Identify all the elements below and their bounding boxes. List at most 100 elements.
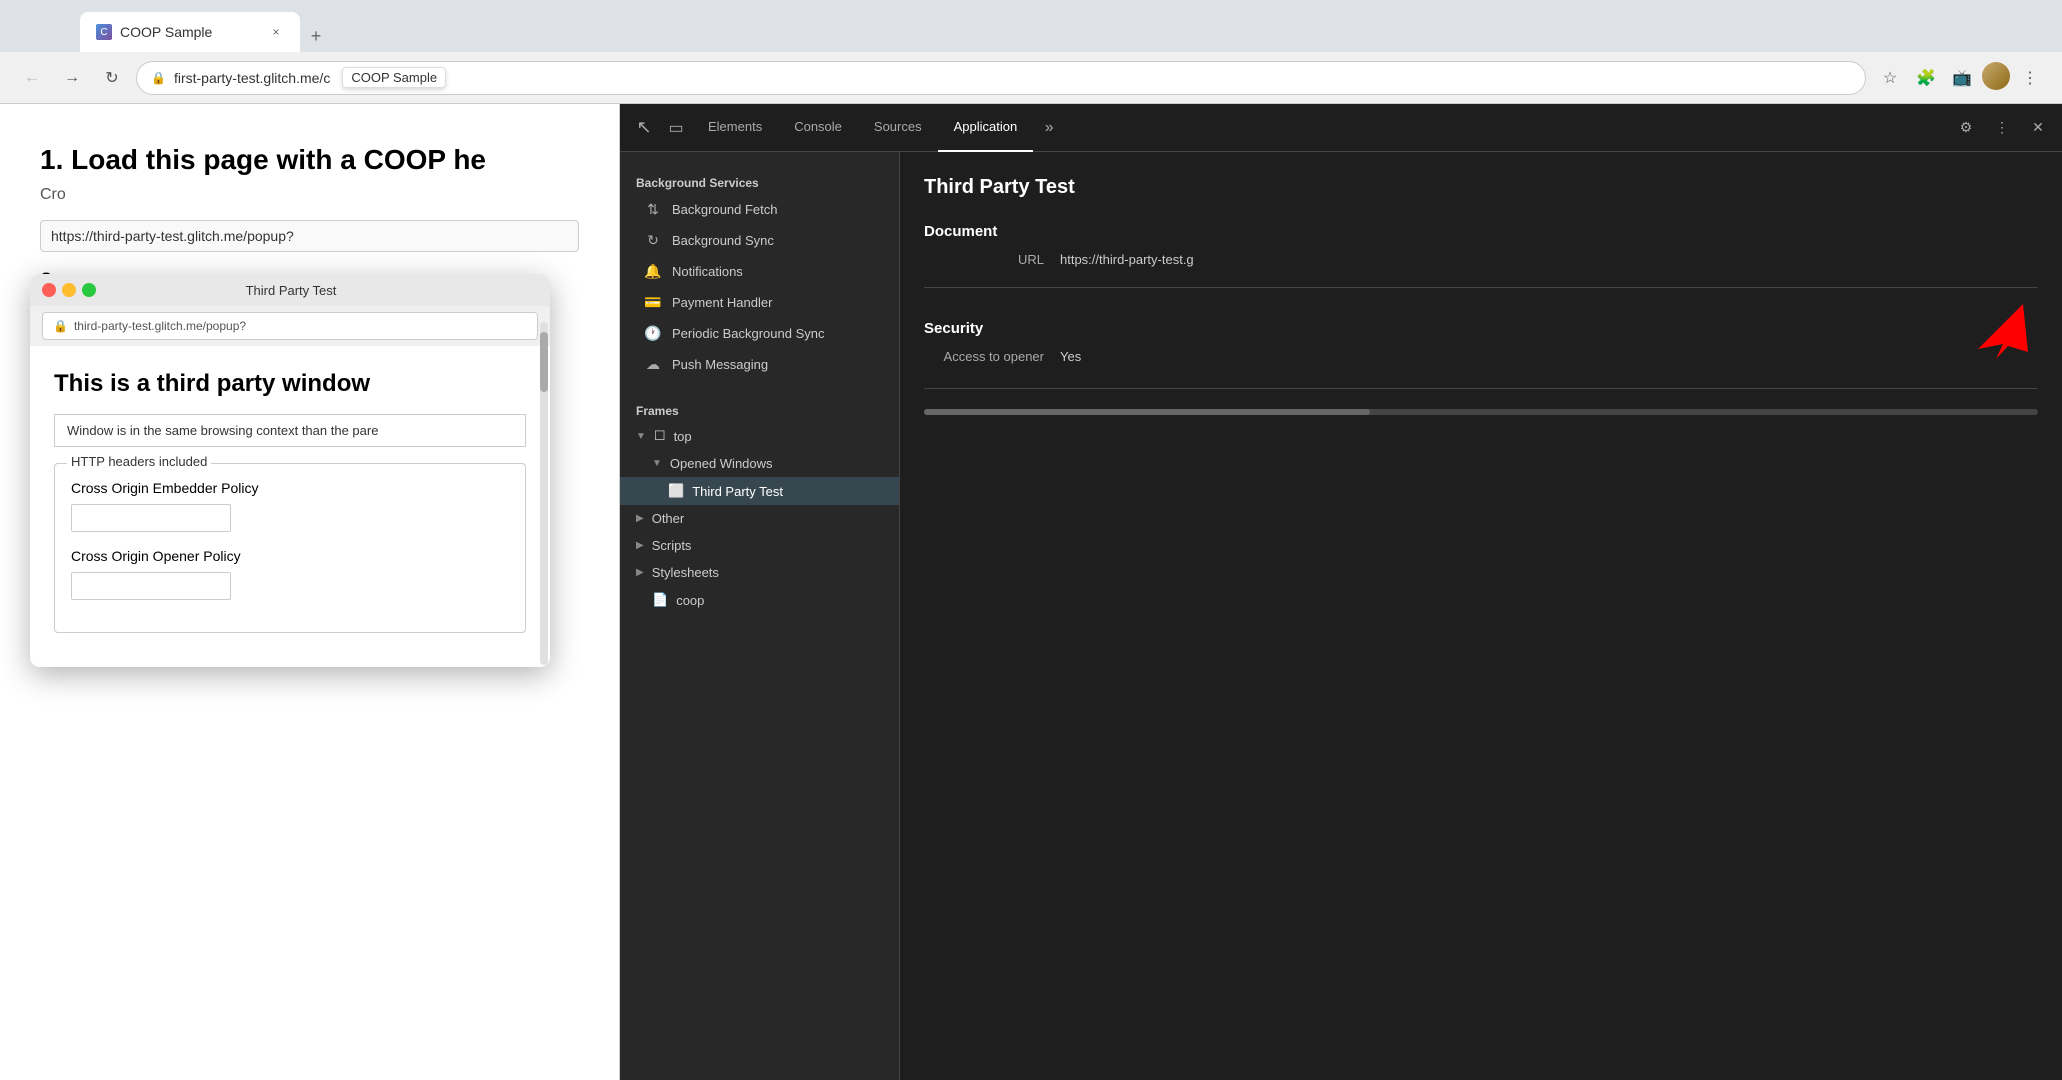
document-section-title: Document — [924, 223, 2038, 240]
sidebar-item-notifications[interactable]: 🔔 Notifications — [620, 256, 899, 287]
extensions-button[interactable]: 🧩 — [1910, 62, 1942, 94]
popup-url-bar: 🔒 third-party-test.glitch.me/popup? — [42, 312, 538, 340]
popup-body: This is a third party window Window is i… — [30, 346, 550, 667]
lock-icon: 🔒 — [151, 71, 166, 85]
background-fetch-icon: ⇅ — [644, 201, 662, 218]
notifications-icon: 🔔 — [644, 263, 662, 280]
devtools-toolbar: ↖ ▭ Elements Console Sources Application… — [620, 104, 2062, 152]
forward-button[interactable]: → — [56, 62, 88, 94]
push-messaging-icon: ☁ — [644, 356, 662, 373]
panel-scrollbar-thumb — [924, 409, 1370, 415]
sidebar-item-push-messaging[interactable]: ☁ Push Messaging — [620, 349, 899, 380]
coop-input[interactable] — [71, 572, 231, 600]
browser-page: 1. Load this page with a COOP he Cro htt… — [0, 104, 620, 1080]
devtools-main-panel: Third Party Test Document URL https://th… — [900, 152, 2062, 1080]
more-tabs-button[interactable]: » — [1033, 112, 1065, 144]
browser-tab-coop[interactable]: C COOP Sample × — [80, 12, 300, 52]
frames-tree-coop[interactable]: 📄 coop — [620, 586, 899, 614]
frames-tree-scripts[interactable]: ▶ Scripts — [620, 532, 899, 559]
back-button[interactable]: ← — [16, 62, 48, 94]
panel-scrollbar[interactable] — [924, 409, 2038, 415]
devtools-body: Background Services ⇅ Background Fetch ↻… — [620, 152, 2062, 1080]
url-label: URL — [924, 252, 1044, 267]
sidebar-item-background-fetch[interactable]: ⇅ Background Fetch — [620, 194, 899, 225]
new-tab-button[interactable]: + — [300, 20, 332, 52]
panel-divider-2 — [924, 388, 2038, 389]
access-to-opener-row: Access to opener Yes — [924, 349, 1938, 364]
device-toolbar-button[interactable]: ▭ — [660, 112, 692, 144]
background-services-title: Background Services — [620, 168, 899, 194]
inspect-element-button[interactable]: ↖ — [628, 112, 660, 144]
tab-favicon: C — [96, 24, 112, 40]
tab-sources[interactable]: Sources — [858, 104, 938, 152]
tab-console[interactable]: Console — [778, 104, 858, 152]
address-bar[interactable]: 🔒 first-party-test.glitch.me/c COOP Samp… — [136, 61, 1866, 95]
nav-right-buttons: ☆ 🧩 📺 ⋮ — [1874, 62, 2046, 94]
security-with-arrow: Security Access to opener Yes — [924, 304, 2038, 372]
opened-windows-arrow: ▼ — [652, 458, 662, 469]
document-section: Document URL https://third-party-test.g — [924, 223, 2038, 267]
background-sync-icon: ↻ — [644, 232, 662, 249]
red-arrow-annotation — [1958, 294, 2038, 364]
sidebar-item-periodic-sync[interactable]: 🕐 Periodic Background Sync — [620, 318, 899, 349]
devtools-more-button[interactable]: ⋮ — [1986, 112, 2018, 144]
access-value: Yes — [1060, 349, 1081, 364]
popup-scrollbar[interactable] — [540, 322, 548, 665]
popup-heading: This is a third party window — [54, 370, 526, 398]
stylesheets-arrow: ▶ — [636, 567, 644, 578]
top-arrow: ▼ — [636, 431, 646, 442]
frames-title: Frames — [620, 396, 899, 422]
tab-application[interactable]: Application — [938, 104, 1034, 152]
http-headers-legend: HTTP headers included — [67, 454, 211, 469]
profile-avatar[interactable] — [1982, 62, 2010, 90]
coep-label: Cross Origin Embedder Policy — [71, 480, 509, 496]
popup-title-bar: Third Party Test — [30, 274, 550, 306]
panel-title: Third Party Test — [924, 176, 2038, 199]
page-cross-label: Cro — [40, 186, 579, 204]
page-url-display: https://third-party-test.glitch.me/popup… — [40, 220, 579, 252]
devtools-panel: ↖ ▭ Elements Console Sources Application… — [620, 104, 2062, 1080]
frames-tree-top[interactable]: ▼ ☐ top — [620, 422, 899, 450]
bookmark-button[interactable]: ☆ — [1874, 62, 1906, 94]
tab-bar: C COOP Sample × + — [0, 0, 2062, 52]
access-label: Access to opener — [924, 349, 1044, 364]
frames-tree-other[interactable]: ▶ Other — [620, 505, 899, 532]
coop-file-icon: 📄 — [652, 592, 668, 608]
devtools-actions: ⚙ ⋮ ✕ — [1950, 112, 2054, 144]
page-heading: 1. Load this page with a COOP he — [40, 144, 579, 176]
frames-tree-stylesheets[interactable]: ▶ Stylesheets — [620, 559, 899, 586]
url-value: https://third-party-test.g — [1060, 252, 1194, 267]
browser-menu-button[interactable]: ⋮ — [2014, 62, 2046, 94]
popup-window: Third Party Test 🔒 third-party-test.glit… — [30, 274, 550, 667]
other-arrow: ▶ — [636, 513, 644, 524]
scripts-arrow: ▶ — [636, 540, 644, 551]
sidebar-item-payment-handler[interactable]: 💳 Payment Handler — [620, 287, 899, 318]
devtools-close-button[interactable]: ✕ — [2022, 112, 2054, 144]
tab-elements[interactable]: Elements — [692, 104, 778, 152]
security-section-title: Security — [924, 320, 1938, 337]
periodic-sync-icon: 🕐 — [644, 325, 662, 342]
cast-button[interactable]: 📺 — [1946, 62, 1978, 94]
popup-window-title: Third Party Test — [44, 283, 538, 298]
devtools-settings-button[interactable]: ⚙ — [1950, 112, 1982, 144]
tab-title: COOP Sample — [120, 24, 260, 40]
coop-label: Cross Origin Opener Policy — [71, 548, 509, 564]
address-text: first-party-test.glitch.me/c — [174, 70, 330, 86]
third-party-frame-icon: ⬜ — [668, 483, 684, 499]
top-frame-icon: ☐ — [654, 428, 666, 444]
browser-window: C COOP Sample × + ← → ↻ 🔒 first-party-te… — [0, 0, 2062, 1080]
popup-url-text: third-party-test.glitch.me/popup? — [74, 319, 246, 333]
address-tooltip: COOP Sample — [342, 67, 446, 88]
frames-tree-third-party-test[interactable]: ⬜ Third Party Test — [620, 477, 899, 505]
http-headers-box: HTTP headers included Cross Origin Embed… — [54, 463, 526, 633]
frames-tree-opened-windows[interactable]: ▼ Opened Windows — [620, 450, 899, 477]
main-content: 1. Load this page with a COOP he Cro htt… — [0, 104, 2062, 1080]
coep-input[interactable] — [71, 504, 231, 532]
refresh-button[interactable]: ↻ — [96, 62, 128, 94]
payment-handler-icon: 💳 — [644, 294, 662, 311]
tab-close-button[interactable]: × — [268, 24, 284, 40]
panel-divider-1 — [924, 287, 2038, 288]
devtools-sidebar: Background Services ⇅ Background Fetch ↻… — [620, 152, 900, 1080]
sidebar-item-background-sync[interactable]: ↻ Background Sync — [620, 225, 899, 256]
url-row: URL https://third-party-test.g — [924, 252, 2038, 267]
